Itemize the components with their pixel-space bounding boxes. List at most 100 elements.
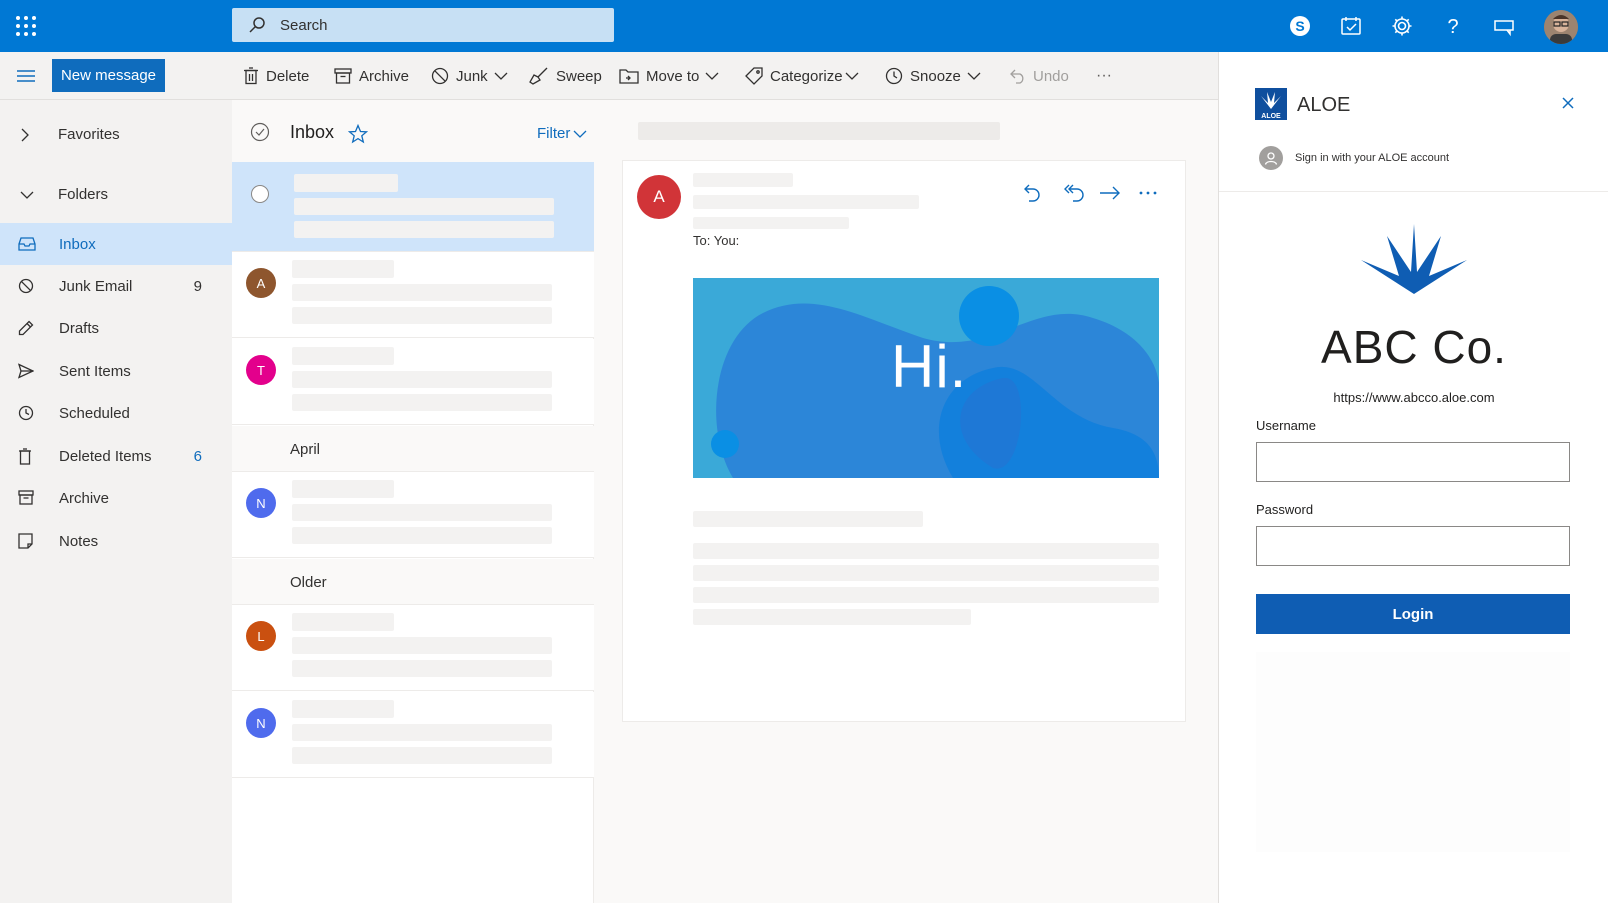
select-all-checkbox-icon[interactable]: [250, 122, 270, 142]
aloe-add-in-panel: ALOE ALOE Sign in with your ALOE account…: [1218, 52, 1608, 903]
folders-toggle[interactable]: Folders: [0, 174, 232, 214]
nav-item-sent-items[interactable]: Sent Items: [0, 350, 232, 392]
svg-text:?: ?: [1447, 16, 1458, 37]
more-actions-button[interactable]: ···: [1096, 62, 1112, 90]
inbox-icon: [18, 236, 36, 252]
broom-icon: [529, 67, 549, 85]
categorize-label: Categorize: [770, 67, 843, 85]
placeholder-line: [693, 609, 971, 625]
company-name: ABC Co.: [1321, 321, 1507, 373]
favorites-label: Favorites: [58, 125, 120, 143]
nav-item-inbox[interactable]: Inbox: [0, 223, 232, 265]
message-row[interactable]: [232, 162, 594, 252]
placeholder-line: [292, 660, 552, 677]
undo-label: Undo: [1033, 67, 1069, 85]
nav-item-deleted-items[interactable]: Deleted Items 6: [0, 435, 232, 477]
placeholder-line: [292, 480, 394, 498]
favorites-toggle[interactable]: Favorites: [0, 114, 232, 154]
snooze-button[interactable]: Snooze: [885, 62, 981, 90]
placeholder-line: [292, 284, 552, 301]
login-button[interactable]: Login: [1256, 594, 1570, 634]
placeholder-line: [292, 613, 394, 631]
top-bar: Search S ?: [0, 0, 1608, 52]
star-favorite-icon[interactable]: [348, 124, 368, 144]
settings-icon[interactable]: [1389, 13, 1415, 39]
message-list: Inbox Filter A T April N Older L N: [232, 100, 594, 903]
reply-all-icon[interactable]: [1063, 183, 1085, 203]
categorize-button[interactable]: Categorize: [745, 62, 859, 90]
message-row[interactable]: N: [232, 692, 594, 778]
search-input[interactable]: Search: [280, 17, 328, 34]
delete-label: Delete: [266, 67, 310, 85]
undo-button[interactable]: Undo: [1008, 62, 1069, 90]
placeholder-line: [292, 371, 552, 388]
nav-item-scheduled[interactable]: Scheduled: [0, 392, 232, 434]
password-label: Password: [1256, 502, 1314, 517]
aloe-logo: ALOE: [1255, 88, 1287, 120]
undo-icon: [1008, 68, 1026, 84]
to-label: To:: [693, 233, 711, 248]
select-radio[interactable]: [251, 185, 269, 203]
junk-button[interactable]: Junk: [431, 62, 508, 90]
recipients-line: To: You:: [693, 233, 739, 248]
hamburger-menu-icon[interactable]: [16, 68, 36, 84]
more-options-icon[interactable]: [1139, 191, 1157, 195]
add-in-title: ALOE: [1297, 94, 1351, 116]
app-launcher-icon[interactable]: [14, 14, 38, 38]
pencil-icon: [18, 320, 34, 336]
nav-item-drafts[interactable]: Drafts: [0, 307, 232, 349]
delete-button[interactable]: Delete: [243, 62, 309, 90]
folders-label: Folders: [58, 185, 109, 203]
placeholder-line: [292, 260, 394, 278]
placeholder-line: [292, 724, 552, 741]
placeholder-line: [292, 747, 552, 764]
sender-avatar: A: [246, 268, 276, 298]
placeholder-line: [292, 347, 394, 365]
move-to-label: Move to: [646, 67, 700, 85]
nav-item-junk-email[interactable]: Junk Email 9: [0, 265, 232, 307]
message-row[interactable]: L: [232, 605, 594, 691]
profile-avatar[interactable]: [1544, 10, 1578, 44]
username-field[interactable]: [1256, 442, 1570, 482]
send-icon: [18, 363, 34, 379]
command-bar: New message Delete Archive Junk Sweep Mo…: [0, 52, 1218, 100]
help-icon[interactable]: ?: [1440, 13, 1466, 39]
sign-in-prompt[interactable]: Sign in with your ALOE account: [1259, 146, 1449, 170]
placeholder-line: [693, 511, 923, 527]
nav-item-label: Notes: [59, 532, 99, 550]
clock-icon: [885, 67, 903, 85]
sender-avatar: T: [246, 355, 276, 385]
message-card: A To: You: Hi.: [622, 160, 1186, 722]
message-row[interactable]: N: [232, 472, 594, 558]
tag-icon: [745, 67, 763, 85]
my-day-icon[interactable]: [1338, 13, 1364, 39]
new-message-button[interactable]: New message: [52, 59, 165, 92]
nav-item-label: Archive: [59, 489, 110, 507]
forward-icon[interactable]: [1099, 185, 1121, 201]
nav-item-archive[interactable]: Archive: [0, 477, 232, 519]
chevron-down-icon: [705, 72, 719, 80]
message-row[interactable]: T: [232, 339, 594, 425]
archive-icon: [334, 68, 352, 84]
sweep-button[interactable]: Sweep: [529, 62, 602, 90]
password-field[interactable]: [1256, 526, 1570, 566]
skype-icon[interactable]: S: [1287, 13, 1313, 39]
placeholder-line: [294, 198, 554, 215]
svg-text:S: S: [1295, 18, 1304, 34]
archive-button[interactable]: Archive: [334, 62, 409, 90]
folder-move-icon: [619, 68, 639, 84]
move-to-button[interactable]: Move to: [619, 62, 719, 90]
reply-icon[interactable]: [1023, 183, 1041, 203]
filter-button[interactable]: Filter: [537, 125, 587, 142]
sender-avatar: L: [246, 621, 276, 651]
chevron-down-icon: [573, 130, 587, 138]
nav-item-label: Deleted Items: [59, 447, 152, 465]
nav-item-notes[interactable]: Notes: [0, 520, 232, 562]
feedback-icon[interactable]: [1491, 13, 1517, 39]
close-icon[interactable]: [1561, 96, 1575, 110]
search-box[interactable]: Search: [232, 8, 614, 42]
nav-item-label: Inbox: [59, 235, 96, 253]
chevron-down-icon: [845, 72, 859, 80]
unread-count: 9: [193, 277, 202, 295]
message-row[interactable]: A: [232, 252, 594, 338]
